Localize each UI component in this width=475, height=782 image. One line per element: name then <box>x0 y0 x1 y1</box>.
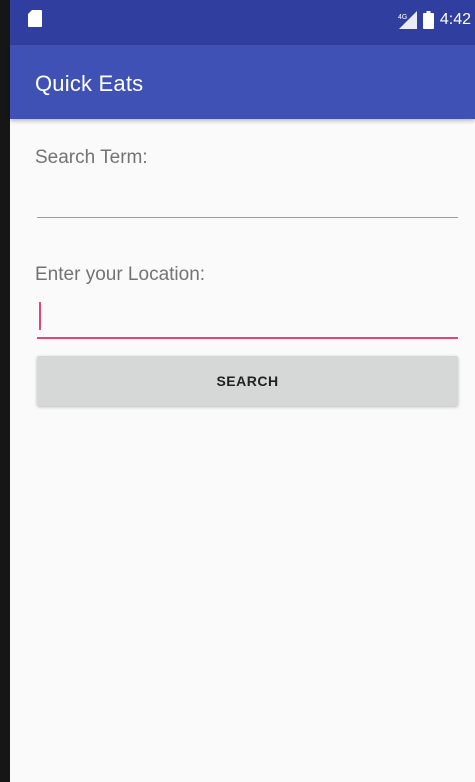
search-button[interactable]: SEARCH <box>37 356 458 406</box>
text-cursor <box>39 302 41 330</box>
phone-screen: 4G 4:42 Quick Eats Search Term: Enter yo… <box>0 0 475 782</box>
status-time: 4:42 <box>439 11 471 28</box>
search-term-input[interactable] <box>37 189 458 218</box>
location-label: Enter your Location: <box>35 264 206 285</box>
app-title: Quick Eats <box>35 71 144 96</box>
signal-4g-icon: 4G <box>398 11 417 29</box>
status-bar: 4G 4:42 <box>10 0 475 45</box>
svg-text:4G: 4G <box>398 14 407 21</box>
sd-card-icon <box>28 10 42 27</box>
location-input[interactable] <box>37 299 458 339</box>
app-bar: Quick Eats <box>10 45 475 119</box>
device-bezel <box>0 0 10 782</box>
search-form: Search Term: Enter your Location: SEARCH <box>10 119 475 782</box>
search-term-label: Search Term: <box>35 147 148 168</box>
battery-icon <box>422 11 434 29</box>
status-icons: 4G 4:42 <box>397 11 471 29</box>
